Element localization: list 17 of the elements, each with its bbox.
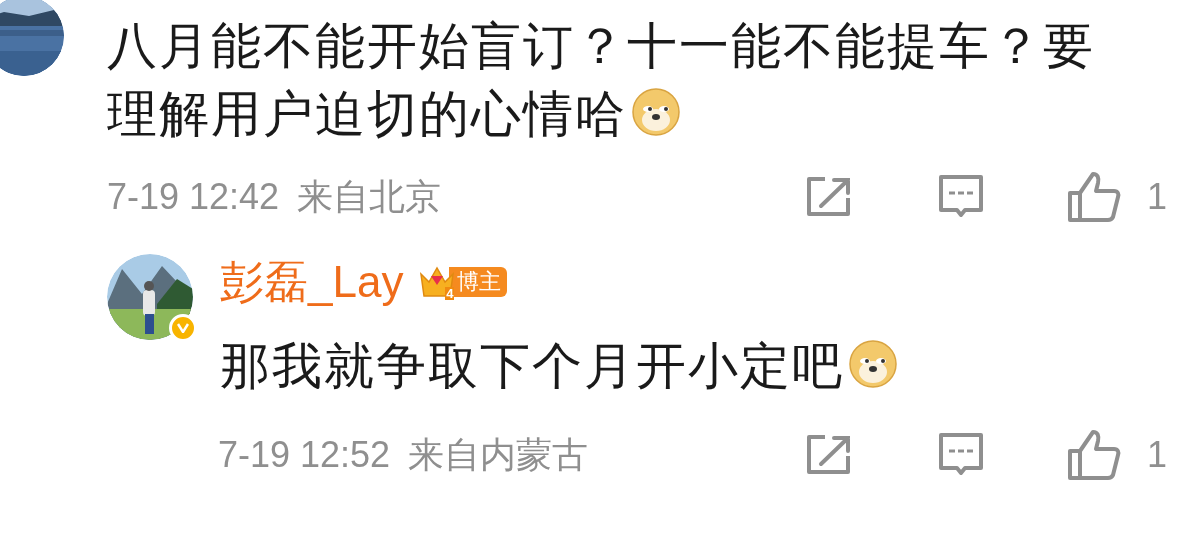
author-name[interactable]: 彭磊_Lay — [220, 249, 404, 315]
reply-text: 那我就争取下个月开小定吧 — [220, 332, 898, 400]
comment-text: 八月能不能开始盲订？十一能不能提车？要理解用户迫切的心情哈 — [107, 17, 1096, 144]
reply-location: 来自内蒙古 — [408, 433, 589, 477]
comment-icon[interactable] — [936, 432, 985, 478]
comment-location: 来自北京 — [297, 175, 442, 219]
share-icon[interactable] — [804, 434, 853, 476]
doge-emoji-icon — [848, 339, 898, 389]
like-count: 1 — [1146, 433, 1167, 477]
comment-icon[interactable] — [936, 174, 985, 220]
thumbs-up-icon[interactable] — [1066, 171, 1121, 223]
like-count: 1 — [1146, 175, 1167, 219]
comment-time: 7-19 12:42 — [107, 175, 280, 219]
thumbs-up-icon[interactable] — [1066, 429, 1121, 481]
share-icon[interactable] — [804, 176, 853, 218]
reply-time: 7-19 12:52 — [218, 433, 391, 477]
doge-emoji-icon — [631, 87, 681, 137]
